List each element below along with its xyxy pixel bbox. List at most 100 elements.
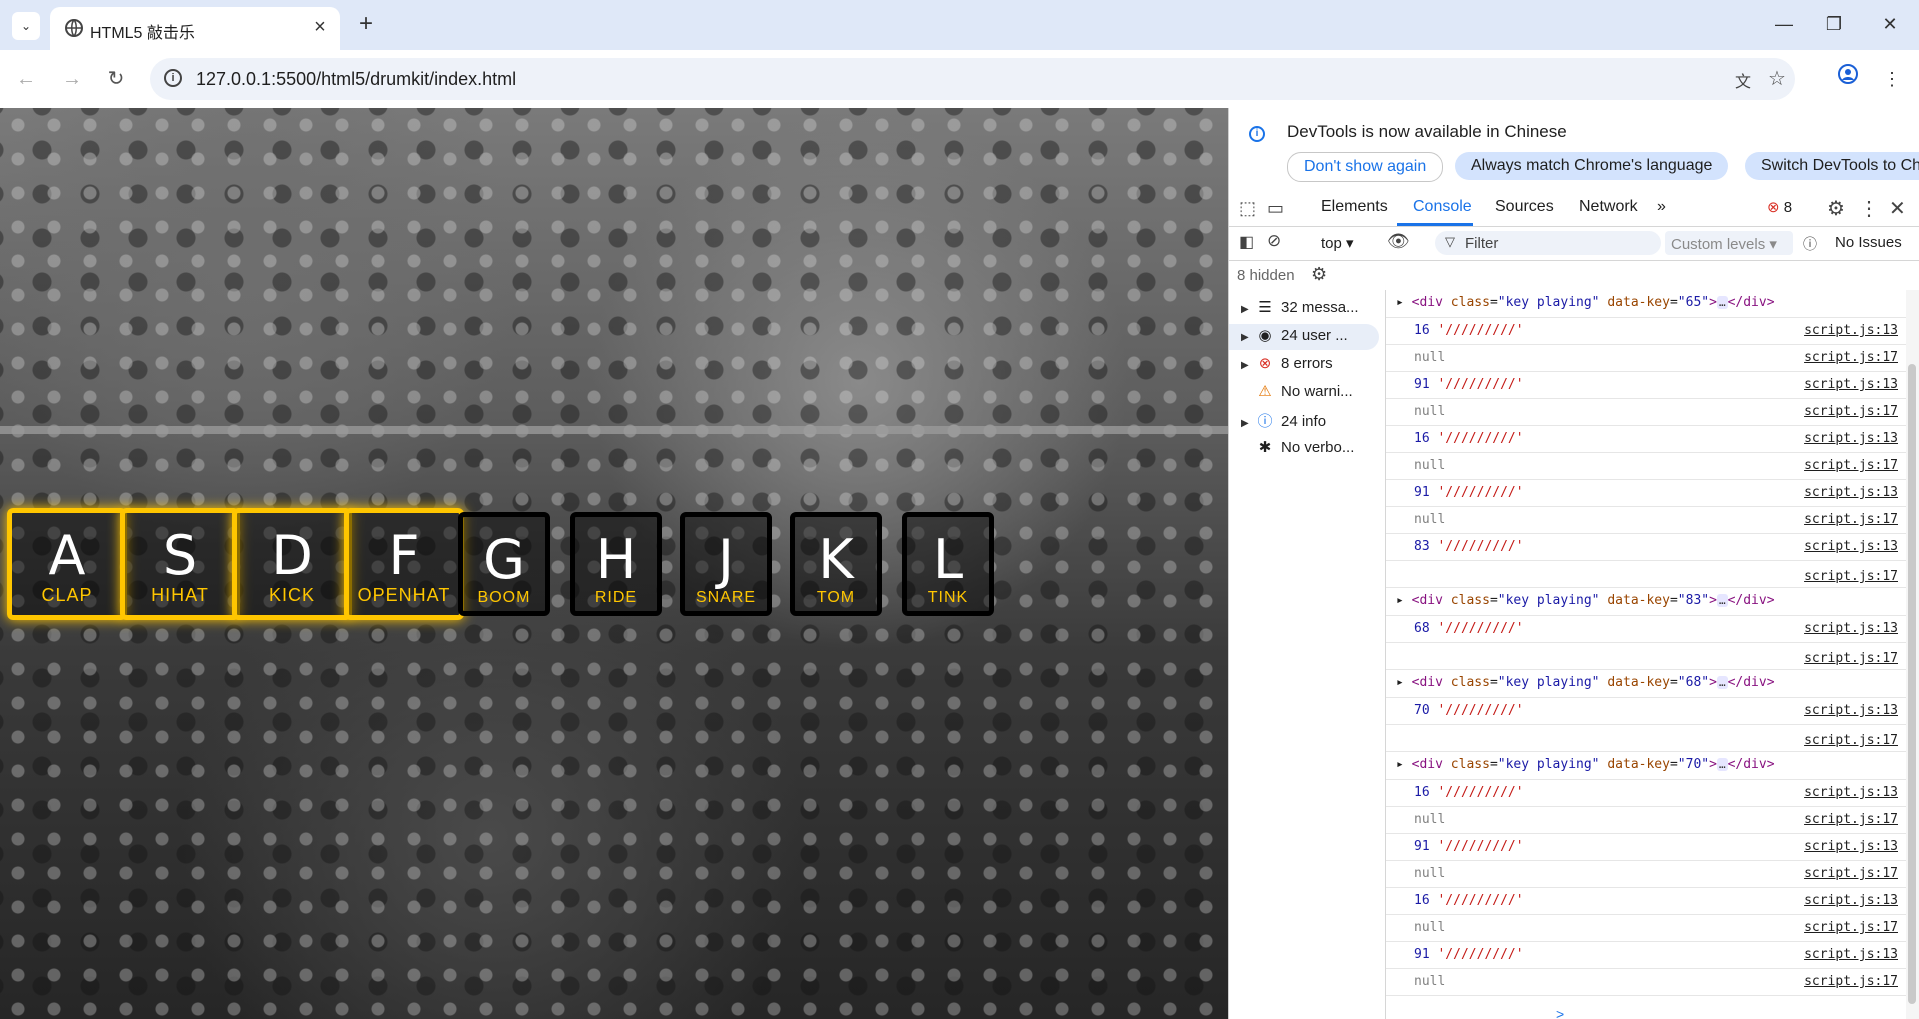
console-scroll-thumb[interactable] [1908, 364, 1916, 1004]
active-tab[interactable]: HTML5 敲击乐 × [50, 7, 340, 50]
source-link[interactable]: script.js:17 [1804, 404, 1898, 419]
sidebar-item-bug[interactable]: ✱ No verbo... [1241, 438, 1381, 464]
url-text[interactable]: 127.0.0.1:5500/html5/drumkit/index.html [196, 69, 516, 90]
collapsed-children-button[interactable]: … [1716, 758, 1728, 771]
drum-key-d[interactable]: D KICK [232, 508, 352, 620]
source-link[interactable]: script.js:13 [1804, 703, 1898, 718]
key-sound-label: CLAP [41, 585, 93, 605]
expand-triangle-icon[interactable]: ▸ [1396, 757, 1412, 772]
source-link[interactable]: script.js:17 [1804, 920, 1898, 935]
drum-key-k[interactable]: K TOM [790, 512, 882, 616]
sidebar-item-user[interactable]: ▶ ◉ 24 user ... [1241, 326, 1381, 352]
source-link[interactable]: script.js:17 [1804, 512, 1898, 527]
source-link[interactable]: script.js:13 [1804, 621, 1898, 636]
reload-button[interactable]: ↻ [100, 63, 132, 95]
context-selector[interactable]: top ▾ [1321, 234, 1354, 252]
address-bar[interactable]: i 127.0.0.1:5500/html5/drumkit/index.htm… [150, 58, 1795, 100]
expand-arrow-icon[interactable]: ▶ [1241, 418, 1255, 429]
log-number: 91 [1414, 377, 1430, 392]
source-link[interactable]: script.js:13 [1804, 947, 1898, 962]
sidebar-item-info[interactable]: ▶ ⓘ 24 info [1241, 410, 1381, 436]
source-link[interactable]: script.js:17 [1804, 350, 1898, 365]
back-button[interactable]: ← [10, 63, 42, 95]
profile-icon[interactable] [1832, 63, 1864, 95]
source-link[interactable]: script.js:17 [1804, 974, 1898, 989]
expand-arrow-icon[interactable]: ▶ [1241, 304, 1255, 315]
drum-key-g[interactable]: G BOOM [458, 512, 550, 616]
source-link[interactable]: script.js:17 [1804, 569, 1898, 584]
source-link[interactable]: script.js:13 [1804, 893, 1898, 908]
menu-kebab-icon[interactable]: ⋮ [1876, 63, 1908, 95]
more-tabs-icon[interactable]: » [1657, 198, 1666, 216]
device-toolbar-icon[interactable]: ▭ [1267, 198, 1284, 219]
translate-icon[interactable]: 文 [1735, 68, 1751, 92]
inspect-element-icon[interactable]: ⬚ [1239, 198, 1256, 219]
source-link[interactable]: script.js:13 [1804, 323, 1898, 338]
expand-triangle-icon[interactable]: ▸ [1396, 675, 1412, 690]
source-link[interactable]: script.js:13 [1804, 377, 1898, 392]
tab-close-icon[interactable]: × [308, 15, 332, 39]
minimize-button[interactable]: — [1764, 8, 1804, 40]
drum-key-a[interactable]: A CLAP [7, 508, 127, 620]
collapsed-children-button[interactable]: … [1716, 676, 1728, 689]
console-settings-gear-icon[interactable]: ⚙ [1311, 264, 1327, 285]
live-expression-eye-icon[interactable]: 👁 [1387, 231, 1410, 252]
clear-console-icon[interactable]: ⊘ [1267, 231, 1281, 251]
always-match-language-button[interactable]: Always match Chrome's language [1455, 152, 1729, 180]
log-null: null [1414, 350, 1446, 365]
dont-show-again-button[interactable]: Don't show again [1287, 152, 1444, 182]
log-row: 70 '/////////' script.js:13 [1386, 698, 1906, 725]
tab-console[interactable]: Console [1413, 198, 1472, 216]
source-link[interactable]: script.js:13 [1804, 431, 1898, 446]
source-link[interactable]: script.js:17 [1804, 458, 1898, 473]
drum-key-f[interactable]: F OPENHAT [344, 508, 464, 620]
source-link[interactable]: script.js:13 [1804, 839, 1898, 854]
site-info-icon[interactable]: i [164, 69, 182, 87]
drum-key-l[interactable]: L TINK [902, 512, 994, 616]
expand-arrow-icon[interactable]: ▶ [1241, 332, 1255, 343]
source-link[interactable]: script.js:13 [1804, 785, 1898, 800]
expand-triangle-icon[interactable]: ▸ [1396, 593, 1412, 608]
close-window-button[interactable]: ✕ [1870, 8, 1910, 40]
drum-key-j[interactable]: J SNARE [680, 512, 772, 616]
sidebar-item-error[interactable]: ▶ ⊗ 8 errors [1241, 354, 1381, 380]
switch-devtools-language-button[interactable]: Switch DevTools to Chin [1745, 152, 1919, 180]
collapsed-children-button[interactable]: … [1716, 296, 1728, 309]
console-prompt[interactable]: > [1556, 1006, 1564, 1019]
source-link[interactable]: script.js:17 [1804, 812, 1898, 827]
error-count-badge[interactable]: ⊗ 8 [1767, 198, 1792, 216]
new-tab-button[interactable]: + [352, 10, 380, 38]
tab-search-button[interactable]: ⌄ [12, 12, 40, 40]
log-row: ▸ <div class="key playing" data-key="65"… [1386, 290, 1906, 318]
filter-input[interactable]: ▽ Filter [1435, 231, 1661, 255]
log-row: null script.js:17 [1386, 861, 1906, 888]
log-row: null script.js:17 [1386, 807, 1906, 834]
source-link[interactable]: script.js:17 [1804, 866, 1898, 881]
source-link[interactable]: script.js:13 [1804, 539, 1898, 554]
expand-arrow-icon[interactable]: ▶ [1241, 360, 1255, 371]
source-link[interactable]: script.js:13 [1804, 485, 1898, 500]
tab-network[interactable]: Network [1579, 198, 1638, 216]
tab-elements[interactable]: Elements [1321, 198, 1388, 216]
devtools-menu-icon[interactable]: ⋮ [1859, 196, 1879, 221]
expand-triangle-icon[interactable]: ▸ [1396, 295, 1412, 310]
close-devtools-icon[interactable]: ✕ [1889, 196, 1906, 221]
sidebar-toggle-icon[interactable]: ◧ [1239, 232, 1254, 252]
forward-button[interactable]: → [56, 63, 88, 95]
sidebar-item-list[interactable]: ▶ ☰ 32 messa... [1241, 298, 1381, 324]
issues-count[interactable]: No Issues [1835, 234, 1902, 251]
drum-key-h[interactable]: H RIDE [570, 512, 662, 616]
log-levels-dropdown[interactable]: Custom levels ▾ [1665, 231, 1793, 255]
collapsed-children-button[interactable]: … [1716, 594, 1728, 607]
settings-gear-icon[interactable]: ⚙ [1827, 196, 1845, 221]
maximize-button[interactable]: ❐ [1814, 8, 1854, 40]
tab-sources[interactable]: Sources [1495, 198, 1554, 216]
drum-key-s[interactable]: S HIHAT [120, 508, 240, 620]
bookmark-star-icon[interactable]: ☆ [1768, 66, 1786, 91]
source-link[interactable]: script.js:17 [1804, 733, 1898, 748]
sidebar-item-warning[interactable]: ⚠ No warni... [1241, 382, 1381, 408]
sidebar-item-label: 24 user ... [1281, 327, 1348, 344]
source-link[interactable]: script.js:17 [1804, 651, 1898, 666]
html-attr-value: "key playing" [1497, 757, 1600, 772]
log-message: null [1414, 866, 1445, 881]
